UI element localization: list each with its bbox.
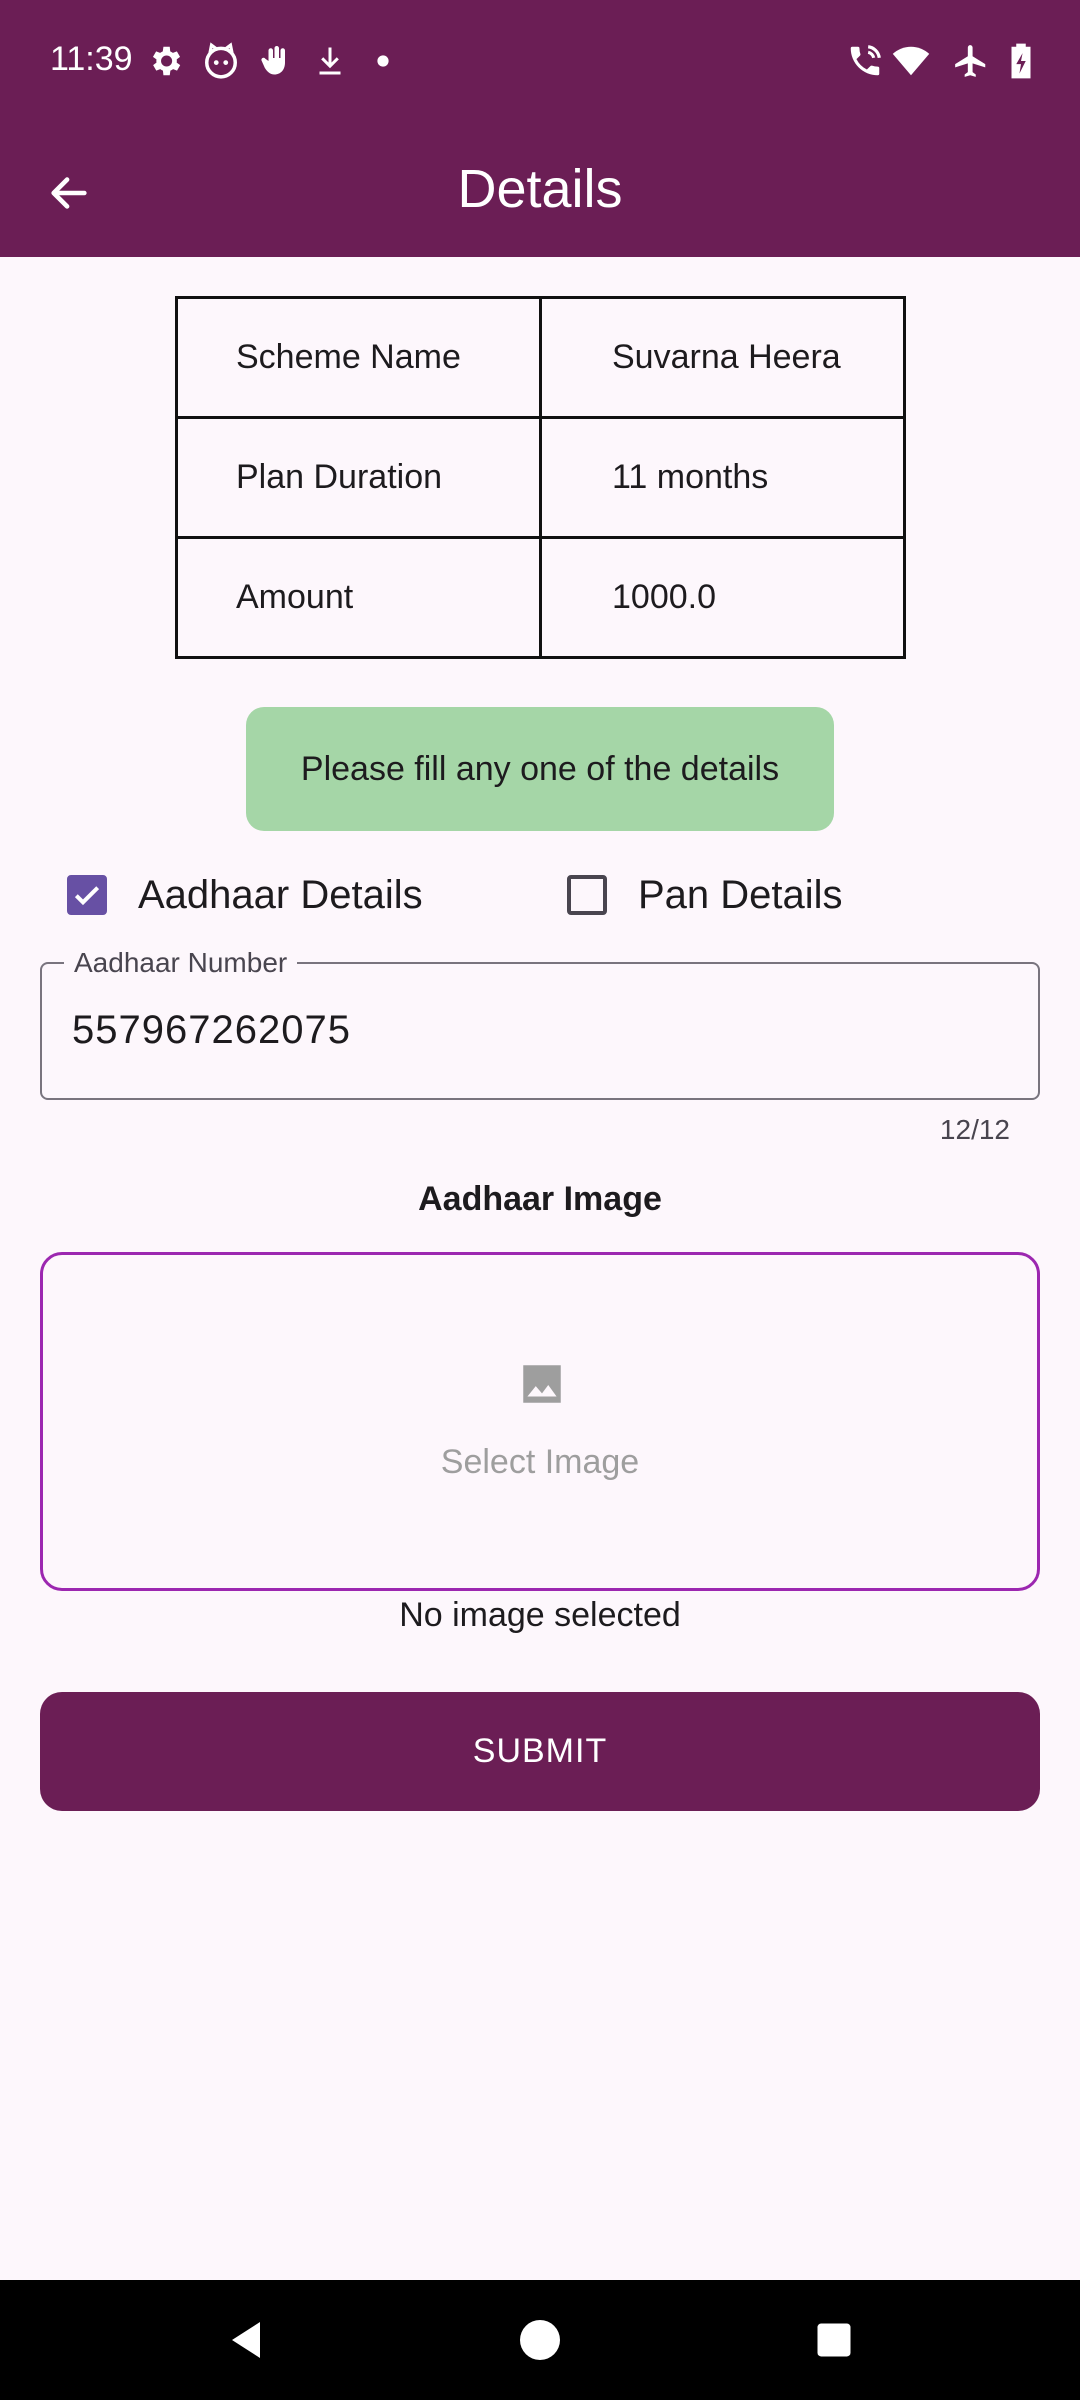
wifi-icon bbox=[892, 46, 930, 76]
gear-icon bbox=[152, 46, 181, 76]
checkmark-icon bbox=[74, 886, 100, 906]
select-image-label: Select Image bbox=[440, 1443, 640, 1481]
recents-square-icon[interactable] bbox=[812, 2316, 856, 2364]
image-picker[interactable]: Select Image bbox=[40, 1252, 1040, 1591]
table-row: Scheme Name Suvarna Heera bbox=[175, 296, 906, 419]
aadhaar-number-input[interactable]: 557967262075 bbox=[72, 1008, 351, 1053]
aadhaar-checkbox-label: Aadhaar Details bbox=[138, 872, 423, 917]
airplane-icon bbox=[955, 45, 986, 77]
download-icon bbox=[319, 47, 341, 75]
scheme-name-label: Scheme Name bbox=[175, 296, 542, 419]
status-time: 11:39 bbox=[50, 40, 133, 78]
notice-text: Please fill any one of the details bbox=[300, 749, 780, 788]
hand-icon bbox=[261, 46, 285, 75]
page-title: Details bbox=[457, 159, 623, 219]
aadhaar-details-option[interactable]: Aadhaar Details bbox=[67, 870, 423, 920]
home-circle-icon[interactable] bbox=[516, 2316, 564, 2364]
aadhaar-checkbox[interactable] bbox=[67, 875, 107, 915]
system-nav-bar bbox=[0, 2280, 1080, 2400]
aadhaar-image-title: Aadhaar Image bbox=[418, 1180, 662, 1218]
info-notice: Please fill any one of the details bbox=[246, 707, 834, 831]
image-status-text: No image selected bbox=[399, 1596, 681, 1634]
back-triangle-icon[interactable] bbox=[222, 2316, 270, 2364]
submit-button[interactable]: SUBMIT bbox=[40, 1692, 1040, 1811]
submit-label: SUBMIT bbox=[472, 1732, 608, 1770]
aadhaar-number-field[interactable]: Aadhaar Number 557967262075 bbox=[40, 947, 1040, 1100]
wifi-calling-icon bbox=[850, 45, 881, 76]
scheme-details-table: Scheme Name Suvarna Heera Plan Duration … bbox=[175, 296, 906, 659]
amount-label: Amount bbox=[175, 536, 542, 659]
plan-duration-value: 11 months bbox=[539, 416, 906, 539]
pan-checkbox-label: Pan Details bbox=[638, 872, 843, 917]
pan-details-option[interactable]: Pan Details bbox=[567, 870, 843, 920]
image-icon bbox=[523, 1365, 561, 1403]
pan-checkbox[interactable] bbox=[567, 875, 607, 915]
battery-charging-icon bbox=[1011, 43, 1031, 79]
table-row: Plan Duration 11 months bbox=[175, 416, 906, 539]
scheme-name-value: Suvarna Heera bbox=[539, 296, 906, 419]
cat-face-icon bbox=[205, 42, 237, 79]
status-bar: 11:39 bbox=[0, 0, 1080, 124]
dot-icon bbox=[377, 55, 389, 67]
character-counter: 12/12 bbox=[939, 1114, 1010, 1145]
amount-value: 1000.0 bbox=[539, 536, 906, 659]
aadhaar-number-label: Aadhaar Number bbox=[64, 947, 298, 979]
table-row: Amount 1000.0 bbox=[175, 536, 906, 659]
app-bar: Details bbox=[0, 124, 1080, 257]
plan-duration-label: Plan Duration bbox=[175, 416, 542, 539]
